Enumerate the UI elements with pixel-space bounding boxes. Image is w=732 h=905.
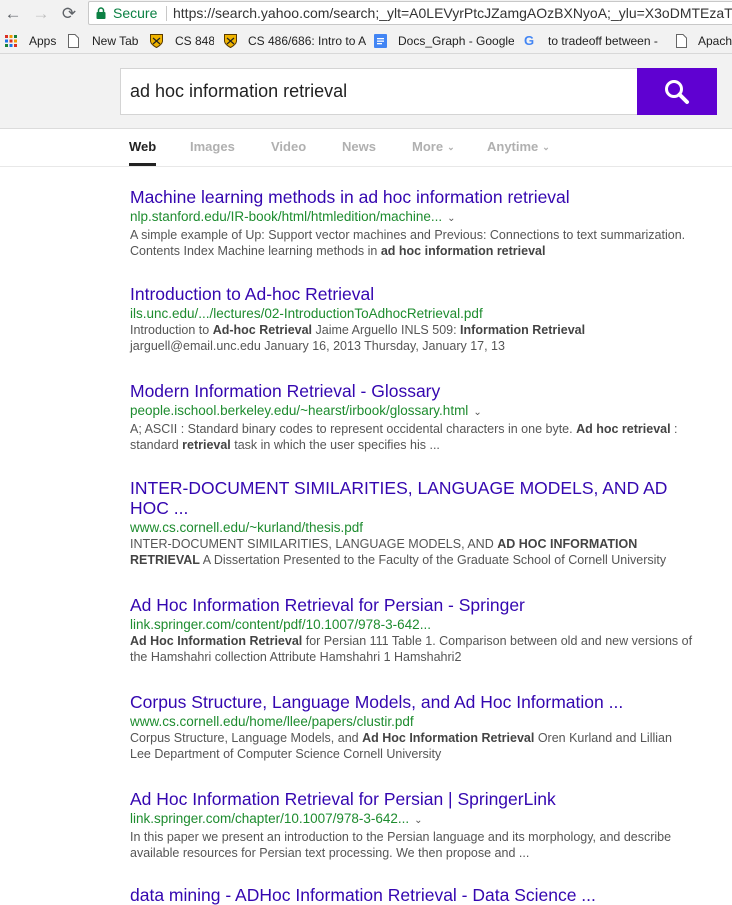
result-snippet: A; ASCII : Standard binary codes to repr… xyxy=(130,422,678,436)
result-snippet: RETRIEVAL A Dissertation Presented to th… xyxy=(130,553,667,567)
result-url-text: ils.unc.edu/.../lectures/02-Introduction… xyxy=(130,306,483,321)
address-bar[interactable]: Secure https://search.yahoo.com/search;_… xyxy=(88,1,732,25)
chevron-down-icon: ⌄ xyxy=(447,142,455,152)
result-url-text: nlp.stanford.edu/IR-book/html/htmleditio… xyxy=(130,209,443,224)
bookmark-label: to tradeoff between - xyxy=(548,34,658,48)
result-url-text: www.cs.cornell.edu/home/llee/papers/clus… xyxy=(130,714,414,729)
search-result: INTER-DOCUMENT SIMILARITIES, LANGUAGE MO… xyxy=(130,478,720,568)
tab-label: News xyxy=(342,139,376,154)
secure-label: Secure xyxy=(113,5,158,21)
docs-icon xyxy=(374,34,387,48)
tab-news[interactable]: News xyxy=(342,129,376,166)
bookmarks-bar: Apps New Tab CS 848 CS 486/686: Intro to… xyxy=(0,28,732,54)
back-arrow-icon[interactable]: ← xyxy=(2,3,24,25)
result-snippet: Lee Department of Computer Science Corne… xyxy=(130,747,442,761)
result-snippet: In this paper we present an introduction… xyxy=(130,830,672,844)
address-separator xyxy=(166,6,167,21)
chevron-down-icon[interactable]: ⌄ xyxy=(473,407,481,418)
tab-video[interactable]: Video xyxy=(271,129,306,166)
reload-icon[interactable]: ⟳ xyxy=(58,3,80,25)
bookmark-apache[interactable]: Apach xyxy=(674,31,732,51)
search-result: data mining - ADHoc Information Retrieva… xyxy=(130,885,720,905)
lock-icon xyxy=(96,7,106,19)
bookmark-tradeoff[interactable]: G to tradeoff between - xyxy=(522,31,666,51)
result-url[interactable]: www.cs.cornell.edu/home/llee/papers/clus… xyxy=(130,713,720,730)
result-title-link[interactable]: Machine learning methods in ad hoc infor… xyxy=(130,187,720,207)
result-url-text: link.springer.com/content/pdf/10.1007/97… xyxy=(130,617,431,632)
result-url[interactable]: ils.unc.edu/.../lectures/02-Introduction… xyxy=(130,305,720,322)
result-snippet: Contents Index Machine learning methods … xyxy=(130,244,546,258)
tab-web[interactable]: Web xyxy=(129,129,157,166)
result-url[interactable]: www.cs.cornell.edu/~kurland/thesis.pdf xyxy=(130,519,720,536)
result-url[interactable]: nlp.stanford.edu/IR-book/html/htmleditio… xyxy=(130,208,720,227)
result-snippet: standard retrieval task in which the use… xyxy=(130,438,440,452)
search-header: ad hoc information retrieval xyxy=(0,54,732,129)
result-title-link[interactable]: Ad Hoc Information Retrieval for Persian… xyxy=(130,595,720,615)
bookmark-apps[interactable]: Apps xyxy=(4,31,60,51)
google-g-icon: G xyxy=(524,33,535,48)
tab-anytime[interactable]: Anytime ⌄ xyxy=(487,129,550,166)
result-snippet: Corpus Structure, Language Models, and A… xyxy=(130,731,672,745)
bookmark-label: Docs_Graph - Google xyxy=(398,34,514,48)
chevron-down-icon[interactable]: ⌄ xyxy=(447,213,455,224)
result-url-text: link.springer.com/chapter/10.1007/978-3-… xyxy=(130,811,410,826)
search-result: Ad Hoc Information Retrieval for Persian… xyxy=(130,789,720,861)
search-result: Ad Hoc Information Retrieval for Persian… xyxy=(130,595,720,665)
tab-label: Video xyxy=(271,139,307,154)
result-snippet: jarguell@email.unc.edu January 16, 2013 … xyxy=(130,339,505,353)
bookmark-label: CS 848 xyxy=(175,34,214,48)
browser-toolbar: ← → ⟳ Secure https://search.yahoo.com/se… xyxy=(0,0,732,28)
bookmark-cs848[interactable]: CS 848 xyxy=(148,31,214,51)
result-title-link[interactable]: INTER-DOCUMENT SIMILARITIES, LANGUAGE MO… xyxy=(130,478,720,498)
tab-label: More xyxy=(412,139,444,154)
bookmark-new-tab[interactable]: New Tab xyxy=(66,31,146,51)
result-title-link[interactable]: Ad Hoc Information Retrieval for Persian… xyxy=(130,789,720,809)
search-icon xyxy=(665,80,689,104)
search-result: Corpus Structure, Language Models, and A… xyxy=(130,692,720,762)
result-snippet: available resources for Persian text pro… xyxy=(130,846,530,860)
chevron-down-icon: ⌄ xyxy=(542,142,550,152)
result-title-link[interactable]: data mining - ADHoc Information Retrieva… xyxy=(130,885,720,905)
result-snippet: A simple example of Up: Support vector m… xyxy=(130,228,686,242)
search-input[interactable]: ad hoc information retrieval xyxy=(120,68,637,115)
search-result: Machine learning methods in ad hoc infor… xyxy=(130,187,720,259)
result-url-text: www.cs.cornell.edu/~kurland/thesis.pdf xyxy=(130,520,363,535)
tab-more[interactable]: More ⌄ xyxy=(412,129,455,166)
apps-grid-icon xyxy=(5,35,17,47)
tab-label: Anytime xyxy=(487,139,539,154)
url-text[interactable]: https://search.yahoo.com/search;_ylt=A0L… xyxy=(173,2,732,24)
result-url[interactable]: link.springer.com/content/pdf/10.1007/97… xyxy=(130,616,720,633)
bookmark-label: Apps xyxy=(29,34,57,48)
search-result: Modern Information Retrieval - Glossary p… xyxy=(130,381,720,453)
result-snippet: Introduction to Ad-hoc Retrieval Jaime A… xyxy=(130,323,586,337)
bookmark-label: Apach xyxy=(698,34,732,48)
bookmark-cs486[interactable]: CS 486/686: Intro to A xyxy=(222,31,366,51)
forward-arrow-icon[interactable]: → xyxy=(30,3,52,25)
result-snippet: Ad Hoc Information Retrieval for Persian… xyxy=(130,634,693,648)
tab-label: Web xyxy=(129,139,157,154)
result-url[interactable]: people.ischool.berkeley.edu/~hearst/irbo… xyxy=(130,402,720,421)
bookmark-label: New Tab xyxy=(92,34,139,48)
result-title-link[interactable]: Modern Information Retrieval - Glossary xyxy=(130,381,720,401)
chevron-down-icon[interactable]: ⌄ xyxy=(414,815,422,826)
result-url-text: people.ischool.berkeley.edu/~hearst/irbo… xyxy=(130,403,469,418)
shield-icon xyxy=(224,34,237,48)
search-button[interactable] xyxy=(637,68,717,115)
page-icon xyxy=(676,34,687,48)
search-result: Introduction to Ad-hoc Retrieval ils.unc.… xyxy=(130,284,720,354)
result-title-link[interactable]: Corpus Structure, Language Models, and A… xyxy=(130,692,720,712)
tab-images[interactable]: Images xyxy=(190,129,235,166)
shield-icon xyxy=(150,34,163,48)
bookmark-label: CS 486/686: Intro to A xyxy=(248,34,366,48)
result-url[interactable]: link.springer.com/chapter/10.1007/978-3-… xyxy=(130,810,720,829)
search-tabs: Web Images Video News More ⌄ Anytime ⌄ xyxy=(0,129,732,167)
result-snippet: INTER-DOCUMENT SIMILARITIES, LANGUAGE MO… xyxy=(130,537,638,551)
tab-label: Images xyxy=(190,139,235,154)
page-icon xyxy=(68,34,79,48)
result-title-link[interactable]: HOC ... xyxy=(130,498,720,518)
result-title-link[interactable]: Introduction to Ad-hoc Retrieval xyxy=(130,284,720,304)
bookmark-docs-graph[interactable]: Docs_Graph - Google xyxy=(372,31,514,51)
result-snippet: the Hamshahri collection Attribute Hamsh… xyxy=(130,650,462,664)
